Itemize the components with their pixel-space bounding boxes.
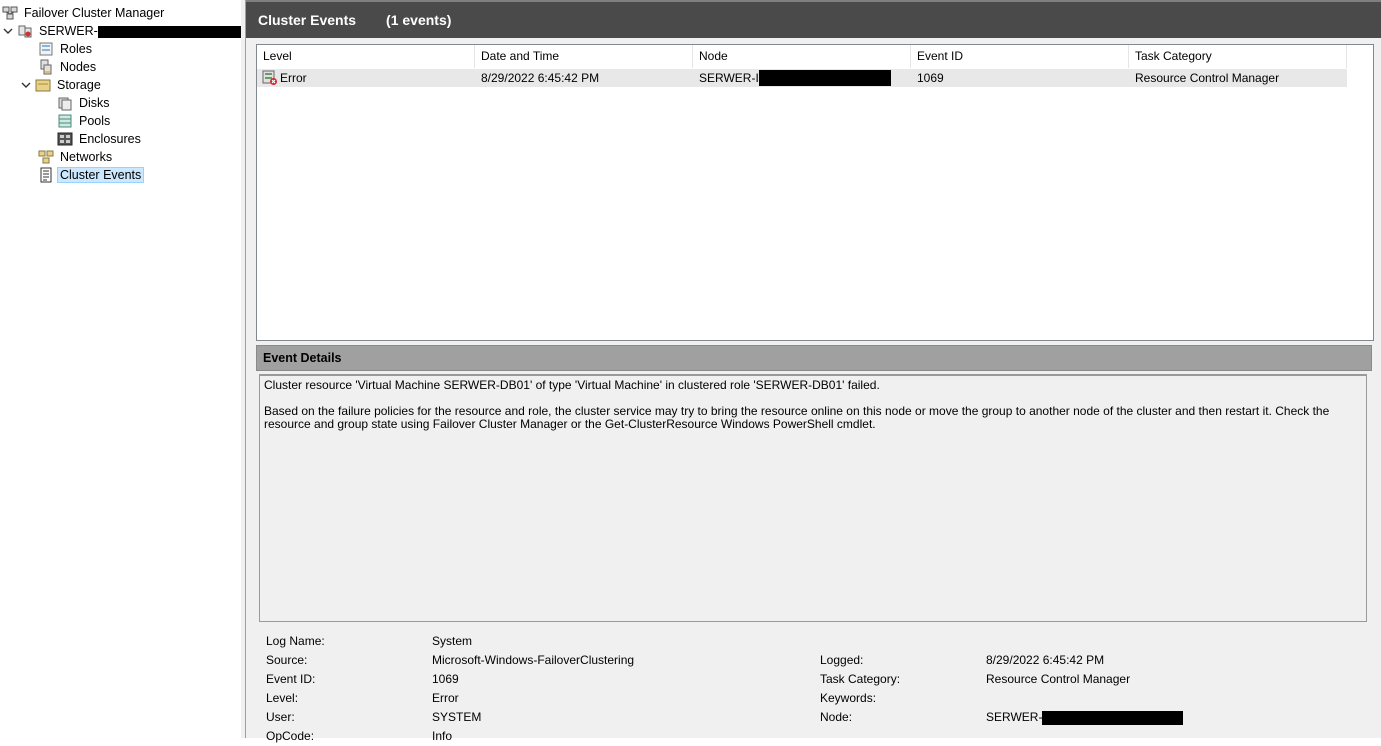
enclosures-icon (57, 132, 73, 146)
cell-level-text: Error (280, 71, 307, 85)
tree-item-cluster[interactable]: SERWER- (2, 22, 251, 40)
column-header-node[interactable]: Node (693, 45, 911, 68)
chevron-down-icon[interactable] (2, 25, 14, 37)
nodes-icon (40, 59, 52, 75)
tree-item-cluster-events[interactable]: Cluster Events (38, 166, 145, 184)
tree-root-label: Failover Cluster Manager (24, 6, 165, 20)
tree-label-disks: Disks (79, 96, 110, 110)
prop-logged-label: Logged: (820, 653, 864, 667)
cell-node-text: SERWER-I (699, 71, 759, 85)
tree-item-networks[interactable]: Networks (38, 148, 115, 166)
event-count: (1 events) (386, 12, 452, 28)
column-header-level[interactable]: Level (257, 45, 475, 68)
tree-item-disks[interactable]: Disks (57, 94, 113, 112)
cell-datetime: 8/29/2022 6:45:42 PM (481, 71, 600, 85)
pools-icon (58, 114, 72, 128)
prop-event-id-label: Event ID: (266, 672, 316, 686)
tree-item-pools[interactable]: Pools (57, 112, 113, 130)
prop-log-name-value: System (432, 634, 473, 648)
tree-item-roles[interactable]: Roles (38, 40, 95, 58)
prop-task-category-value: Resource Control Manager (986, 672, 1131, 686)
cell-level: Error (257, 69, 475, 87)
tree-label-nodes: Nodes (60, 60, 97, 74)
prop-task-category-label: Task Category: (820, 672, 901, 686)
pane-title-bar: Cluster Events (1 events) (246, 0, 1381, 38)
prop-user-label: User: (266, 710, 295, 724)
redacted-block (1042, 710, 1184, 725)
column-header-event-id[interactable]: Event ID (911, 45, 1129, 68)
tree-label-networks: Networks (60, 150, 113, 164)
prop-logged-value: 8/29/2022 6:45:42 PM (986, 653, 1105, 667)
redacted-block (758, 70, 891, 86)
prop-opcode-label: OpCode: (266, 729, 315, 743)
prop-event-id-value: 1069 (432, 672, 459, 686)
tree-label-storage: Storage (57, 78, 101, 92)
storage-icon (35, 79, 51, 92)
event-message-line-1: Cluster resource 'Virtual Machine SERWER… (264, 378, 880, 392)
cluster-icon (18, 25, 32, 38)
tree-item-failover-cluster-manager[interactable]: Failover Cluster Manager (2, 4, 167, 22)
redacted-block (97, 25, 248, 38)
cell-node: SERWER-I (693, 69, 911, 87)
prop-node-label: Node: (820, 710, 853, 724)
column-header-task-category[interactable]: Task Category (1129, 45, 1347, 68)
prop-source-label: Source: (266, 653, 308, 667)
error-event-icon (262, 70, 277, 85)
prop-log-name-label: Log Name: (266, 634, 325, 648)
roles-icon (39, 42, 53, 56)
chevron-down-icon[interactable] (20, 79, 32, 91)
prop-source-value: Microsoft-Windows-FailoverClustering (432, 653, 635, 667)
table-row[interactable]: Error 8/29/2022 6:45:42 PM SERWER-I 1069… (257, 69, 1347, 87)
page-title: Cluster Events (258, 12, 357, 28)
disks-icon (58, 97, 72, 111)
navigation-tree: Failover Cluster Manager SERWER- Roles N… (0, 0, 248, 738)
prop-node-value: SERWER- (986, 708, 1184, 727)
tree-label-pools: Pools (79, 114, 111, 128)
tree-item-enclosures[interactable]: Enclosures (57, 130, 144, 148)
prop-keywords-label: Keywords: (820, 691, 877, 705)
main-pane: Cluster Events (1 events) Level Date and… (246, 0, 1381, 743)
tree-cluster-label: SERWER- (36, 23, 251, 39)
cluster-manager-icon (2, 6, 18, 20)
cell-task-category: Resource Control Manager (1135, 71, 1280, 85)
column-header-date-time[interactable]: Date and Time (475, 45, 693, 68)
event-details-header: Event Details (256, 345, 1372, 371)
tree-label-roles: Roles (60, 42, 92, 56)
prop-level-label: Level: (266, 691, 299, 705)
tree-item-nodes[interactable]: Nodes (38, 58, 99, 76)
prop-user-value: SYSTEM (432, 710, 482, 724)
prop-opcode-value: Info (432, 729, 453, 743)
grid-header: Level Date and Time Node Event ID Task C… (257, 45, 1347, 68)
prop-node-text: SERWER- (986, 710, 1043, 724)
cell-event-id: 1069 (917, 71, 944, 85)
networks-icon (38, 150, 54, 164)
tree-label-enclosures: Enclosures (79, 132, 141, 146)
tree-label-cluster-events: Cluster Events (57, 167, 145, 183)
tree-item-storage[interactable]: Storage (20, 76, 104, 94)
events-grid: Level Date and Time Node Event ID Task C… (256, 44, 1374, 341)
cluster-events-icon (40, 167, 52, 183)
prop-level-value: Error (432, 691, 459, 705)
event-message-line-2: Based on the failure policies for the re… (264, 404, 1330, 431)
event-details-message: Cluster resource 'Virtual Machine SERWER… (259, 374, 1367, 622)
